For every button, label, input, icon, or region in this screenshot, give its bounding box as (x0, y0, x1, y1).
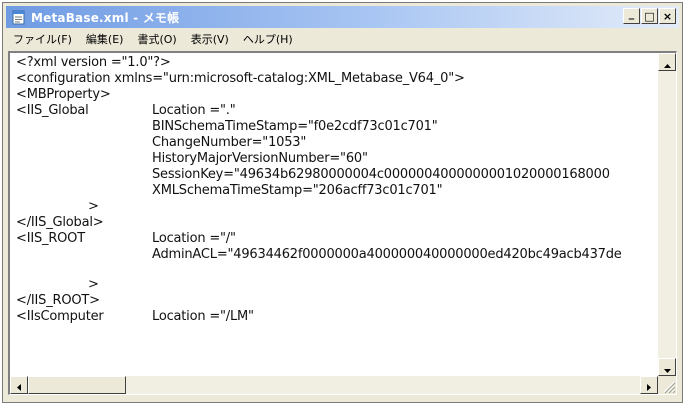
text-line: > (88, 199, 99, 214)
text-line: </IIS_Global> (16, 215, 104, 230)
close-button[interactable]: × (659, 8, 676, 24)
text-line: Location ="/LM" (152, 309, 254, 324)
vertical-scrollbar[interactable] (658, 53, 676, 376)
arrow-right-icon (647, 376, 651, 395)
horizontal-scroll-thumb[interactable] (28, 376, 126, 394)
text-line: <IIS_ROOT (16, 231, 85, 246)
text-line: ChangeNumber="1053" (152, 135, 307, 150)
editor-frame: <?xml version ="1.0"?> <configuration xm… (8, 51, 677, 395)
arrow-left-icon (17, 376, 21, 395)
horizontal-scrollbar[interactable] (10, 376, 658, 394)
scroll-up-button[interactable] (658, 53, 676, 71)
window-title: MetaBase.xml - メモ帳 (31, 10, 180, 25)
menu-help[interactable]: ヘルプ(H) (236, 31, 300, 47)
resize-grip-icon (658, 379, 676, 398)
title-bar[interactable]: MetaBase.xml - メモ帳 _ □ × (6, 6, 679, 28)
text-line: Location ="." (152, 103, 236, 118)
menu-format[interactable]: 書式(O) (130, 31, 183, 47)
menu-file[interactable]: ファイル(F) (6, 31, 79, 47)
text-line: > (88, 277, 99, 292)
text-line: AdminACL="49634462f0000000a4000000400000… (152, 247, 622, 262)
text-line: BINSchemaTimeStamp="f0e2cdf73c01c701" (152, 119, 438, 134)
text-line: SessionKey="49634b62980000004c0000004000… (152, 167, 610, 182)
text-line: HistoryMajorVersionNumber="60" (152, 151, 368, 166)
maximize-button[interactable]: □ (641, 8, 658, 24)
minimize-icon: _ (628, 6, 635, 20)
notepad-window: MetaBase.xml - メモ帳 _ □ × ファイル(F) 編集(E) 書… (2, 2, 683, 403)
menu-edit[interactable]: 編集(E) (79, 31, 131, 47)
menu-view[interactable]: 表示(V) (184, 31, 236, 47)
text-line: <IIsComputer (16, 309, 104, 324)
notepad-icon[interactable] (10, 9, 26, 25)
text-line: <IIS_Global (16, 103, 89, 118)
text-line: Location ="/" (152, 231, 236, 246)
size-grip[interactable] (658, 376, 676, 394)
text-area[interactable]: <?xml version ="1.0"?> <configuration xm… (10, 53, 658, 376)
text-line: </IIS_ROOT> (16, 293, 100, 308)
arrow-down-icon (663, 358, 671, 377)
window-controls: _ □ × (622, 8, 676, 24)
maximize-icon: □ (644, 9, 655, 23)
scroll-down-button[interactable] (658, 358, 676, 376)
close-icon: × (662, 9, 673, 23)
text-line: <MBProperty> (16, 87, 111, 102)
text-line: <?xml version ="1.0"?> (16, 55, 171, 70)
scroll-left-button[interactable] (10, 376, 28, 394)
arrow-up-icon (663, 53, 671, 72)
text-line: XMLSchemaTimeStamp="206acff73c01c701" (152, 183, 443, 198)
text-line: <configuration xmlns="urn:microsoft-cata… (16, 71, 465, 86)
menu-bar: ファイル(F) 編集(E) 書式(O) 表示(V) ヘルプ(H) (6, 29, 679, 49)
scroll-right-button[interactable] (640, 376, 658, 394)
minimize-button[interactable]: _ (623, 8, 640, 24)
